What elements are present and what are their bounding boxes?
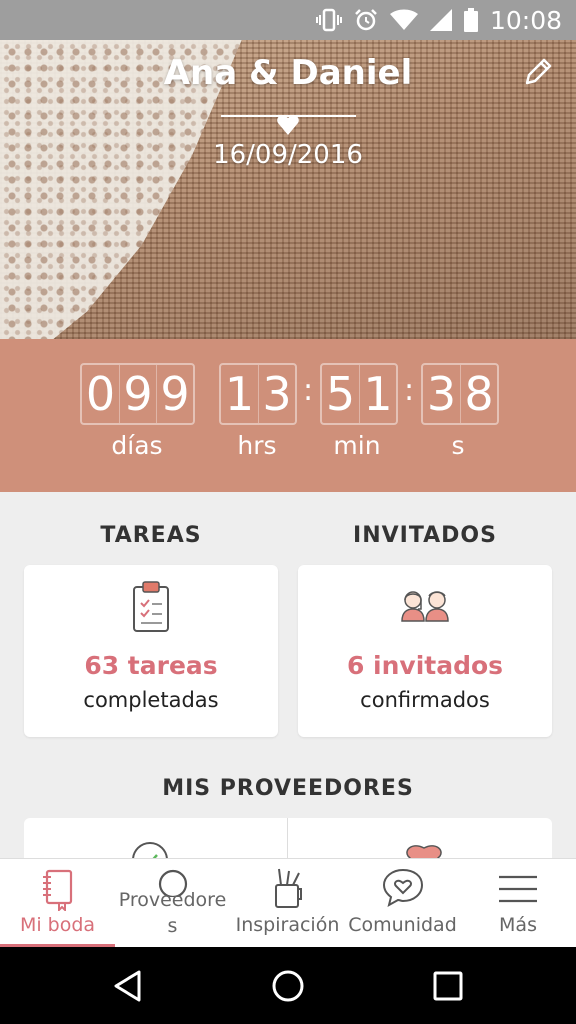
card-divider	[287, 818, 288, 858]
pencil-cup-icon	[274, 868, 302, 908]
countdown-digit: 5	[325, 367, 356, 421]
nav-label: Proveedore s	[118, 889, 227, 937]
wedding-date: 16/09/2016	[213, 140, 363, 170]
status-bar: 10:08	[0, 0, 576, 40]
check-circle-icon	[132, 842, 168, 858]
tasks-card[interactable]: 63 tareas completadas	[24, 565, 278, 737]
nav-mas[interactable]: Más	[460, 859, 576, 948]
notebook-icon	[42, 869, 72, 911]
countdown-digit: 9	[156, 365, 193, 423]
nav-proveedores[interactable]: Proveedore s	[115, 859, 230, 948]
days-label: días	[111, 431, 163, 460]
countdown-digit: 8	[460, 365, 497, 423]
guests-title: INVITADOS	[353, 523, 497, 548]
countdown-minutes: 5 1	[320, 363, 398, 425]
clipboard-icon	[133, 581, 169, 632]
nav-label: Inspiración	[235, 914, 340, 936]
providers-cards[interactable]	[24, 818, 552, 858]
countdown-digit: 1	[224, 367, 255, 421]
tasks-count: 63 tareas	[84, 651, 218, 680]
countdown-days: 0 9 9	[80, 363, 195, 425]
countdown-digit: 9	[119, 365, 156, 423]
countdown-hours: 1 3	[219, 363, 297, 425]
seconds-label: s	[451, 431, 465, 460]
recents-icon[interactable]	[431, 969, 465, 1003]
couple-icon	[401, 591, 449, 622]
wedding-header: Ana & Daniel 16/09/2016	[0, 40, 576, 339]
menu-icon	[499, 875, 537, 903]
providers-title: MIS PROVEEDORES	[162, 776, 414, 801]
guests-card[interactable]: 6 invitados confirmados	[298, 565, 552, 737]
back-icon[interactable]	[111, 969, 145, 1003]
signal-icon	[429, 9, 452, 31]
pencil-icon	[525, 58, 552, 85]
guests-status: confirmados	[360, 688, 490, 712]
edit-button[interactable]	[522, 56, 554, 88]
countdown-seconds: 3 8	[421, 363, 499, 425]
nav-mi-boda[interactable]: Mi boda	[0, 859, 115, 948]
countdown-digit: 0	[85, 367, 116, 421]
countdown-digit: 1	[359, 365, 396, 423]
battery-icon	[463, 8, 478, 32]
countdown-separator: :	[404, 373, 415, 408]
heart-icon	[277, 115, 299, 135]
countdown-panel: 0 9 9 1 3 : 5 1 : 3 8 días hrs min s	[0, 339, 576, 492]
nav-label: Mi boda	[19, 914, 96, 936]
heart-icon	[406, 845, 442, 858]
nav-label: Comunidad	[348, 914, 457, 936]
clock: 10:08	[489, 5, 562, 35]
countdown-digit: 3	[426, 367, 457, 421]
vibrate-icon	[315, 8, 342, 32]
nav-label: Más	[499, 914, 537, 936]
countdown-separator: :	[303, 373, 314, 408]
countdown-digit: 3	[258, 365, 295, 423]
nav-comunidad[interactable]: Comunidad	[345, 859, 460, 948]
tasks-title: TAREAS	[100, 523, 202, 548]
alarm-icon	[355, 9, 377, 31]
system-navigation-bar	[0, 947, 576, 1024]
couple-names: Ana & Daniel	[163, 53, 413, 93]
tasks-status: completadas	[83, 688, 219, 712]
nav-inspiracion[interactable]: Inspiración	[230, 859, 345, 948]
chat-heart-icon	[382, 868, 423, 907]
wifi-icon	[389, 9, 418, 30]
guests-count: 6 invitados	[346, 651, 504, 680]
bottom-navigation: Mi boda Proveedore s Inspiración Comunid…	[0, 858, 576, 948]
home-icon[interactable]	[271, 969, 305, 1003]
